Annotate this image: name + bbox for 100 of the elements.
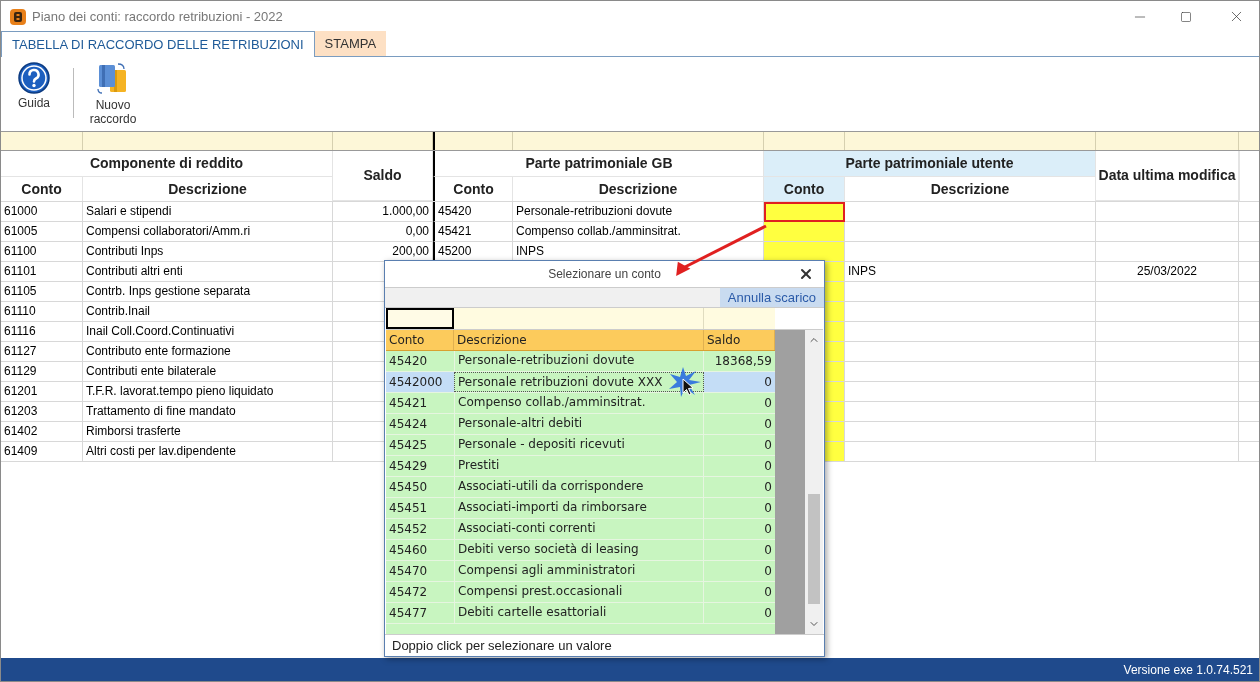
list-cell: Associati-importi da rimborsare [454, 498, 704, 518]
column-group-header: Parte patrimoniale utente [764, 151, 1096, 177]
list-row[interactable]: 45452 Associati-conti correnti 0 [386, 519, 775, 540]
column-header[interactable]: Conto [433, 177, 513, 201]
scrollbar[interactable] [805, 330, 823, 634]
list-row[interactable]: 45477 Debiti cartelle esattoriali 0 [386, 603, 775, 624]
list-cell: Associati-utili da corrispondere [454, 477, 704, 497]
table-cell: Inail Coll.Coord.Continuativi [83, 322, 333, 342]
tab[interactable]: TABELLA DI RACCORDO DELLE RETRIBUZIONI [1, 31, 315, 57]
table-cell: Compensi collaboratori/Amm.ri [83, 222, 333, 242]
list-row[interactable]: 45460 Debiti verso società di leasing 0 [386, 540, 775, 561]
table-cell: 45421 [433, 222, 513, 242]
table-cell[interactable] [764, 242, 845, 262]
table-cell: 61127 [1, 342, 83, 362]
list-cell-text: 18368,59 [713, 353, 773, 370]
column-header[interactable]: Saldo [704, 330, 775, 350]
list-row[interactable]: 45420 Personale-retribuzioni dovute 18368,59 [386, 351, 775, 372]
list-cell-text: 45477 [388, 605, 429, 622]
app-logo-icon [10, 8, 26, 25]
table-cell: 61201 [1, 382, 83, 402]
list-cell-text: 45451 [388, 500, 429, 517]
list-cell-text: 45421 [388, 395, 429, 412]
window-title: Piano dei conti: raccordo retribuzioni - 2022 [32, 7, 283, 26]
list-cell-text: 0 [763, 542, 773, 559]
table-cell: Personale-retribuzioni dovute [513, 202, 764, 222]
dialog-title: Selezionare un conto [548, 266, 661, 283]
column-header[interactable]: Descrizione [454, 330, 704, 350]
table-cell: 61105 [1, 282, 83, 302]
table-cell: 0,00 [333, 222, 433, 242]
list-cell-text: 0 [763, 374, 773, 391]
list-row[interactable]: 45472 Compensi prest.occasionali 0 [386, 582, 775, 603]
table-cell: 61409 [1, 442, 83, 462]
table-cell: 61101 [1, 262, 83, 282]
click-cursor-icon [669, 367, 701, 397]
list-cell: Associati-conti correnti [454, 519, 704, 539]
list-cell: Personale - depositi ricevuti [454, 435, 704, 455]
list-cell: Compensi prest.occasionali [454, 582, 704, 602]
toolbar-button[interactable]: Nuovo raccordo [84, 62, 142, 126]
filter-field[interactable] [704, 308, 775, 329]
list-cell-text: 45420 [388, 353, 429, 370]
list-row[interactable]: 4542000 Personale retribuzioni dovute XXX 0 [386, 372, 775, 393]
list-cell-text: 0 [763, 416, 773, 433]
list-cell: Debiti cartelle esattoriali [454, 603, 704, 623]
list-row[interactable]: 45425 Personale - depositi ricevuti 0 [386, 435, 775, 456]
list-cell-text: 45460 [388, 542, 429, 559]
list-row[interactable]: 45470 Compensi agli amministratori 0 [386, 561, 775, 582]
scroll-thumb[interactable] [808, 494, 820, 604]
list-cell-text: 0 [763, 605, 773, 622]
list-cell: Personale-altri debiti [454, 414, 704, 434]
maximize-icon[interactable] [1180, 10, 1192, 23]
table-cell: Rimborsi trasferte [83, 422, 333, 442]
table-cell[interactable] [764, 222, 845, 242]
toolbar-button[interactable]: Guida [5, 62, 63, 110]
list-cell-text: 0 [763, 437, 773, 454]
table-cell[interactable] [764, 202, 845, 222]
column-group-header: Componente di reddito [1, 151, 333, 177]
list-row[interactable]: 45424 Personale-altri debiti 0 [386, 414, 775, 435]
table-cell: Contrib.Inail [83, 302, 333, 322]
tab[interactable]: STAMPA [314, 31, 387, 56]
list-cell-text: 0 [763, 563, 773, 580]
table-cell: Trattamento di fine mandato [83, 402, 333, 422]
list-cell-text: 0 [763, 479, 773, 496]
list-cell-text: 0 [763, 521, 773, 538]
column-header[interactable]: Conto [764, 177, 845, 201]
table-cell: Compenso collab./amminsitrat. [513, 222, 764, 242]
table-cell: INPS [845, 262, 1096, 282]
list-row[interactable]: 45429 Prestiti 0 [386, 456, 775, 477]
table-cell: 61000 [1, 202, 83, 222]
table-cell: 25/03/2022 [1096, 262, 1239, 282]
list-row[interactable]: 45450 Associati-utili da corrispondere 0 [386, 477, 775, 498]
list-cell-text: 0 [763, 584, 773, 601]
dialog-hint: Doppio click per selezionare un valore [392, 636, 612, 655]
version-label: Versione exe 1.0.74.521 [1123, 661, 1253, 679]
table-cell: 61005 [1, 222, 83, 242]
list-cell-text: 4542000 [388, 374, 444, 391]
list-row[interactable]: 45421 Compenso collab./amminsitrat. 0 [386, 393, 775, 414]
list-cell-text: 0 [763, 458, 773, 475]
list-cell: Compensi agli amministratori [454, 561, 704, 581]
cancel-download-button[interactable]: Annulla scarico [719, 288, 824, 307]
table-cell: 45420 [433, 202, 513, 222]
list-cell: Personale retribuzioni dovute XXX [454, 372, 704, 392]
list-cell-text: 0 [763, 395, 773, 412]
list-cell-text: 45472 [388, 584, 429, 601]
column-group-header: Parte patrimoniale GB [433, 151, 764, 177]
table-cell: Altri costi per lav.dipendente [83, 442, 333, 462]
table-cell: Contributi ente bilaterale [83, 362, 333, 382]
table-cell: Salari e stipendi [83, 202, 333, 222]
list-cell-text: 45429 [388, 458, 429, 475]
list-cell-text: 45425 [388, 437, 429, 454]
close-icon[interactable] [798, 266, 814, 282]
filter-field[interactable] [386, 308, 454, 329]
list-cell-text: 45470 [388, 563, 429, 580]
table-cell: 1.000,00 [333, 202, 433, 222]
table-cell: Contributi Inps [83, 242, 333, 262]
column-group-header: Saldo [333, 151, 433, 201]
column-header[interactable]: Conto [386, 330, 454, 350]
column-group-header: Data ultima modifica [1096, 151, 1239, 201]
table-cell: 61129 [1, 362, 83, 382]
list-cell-text: 45452 [388, 521, 429, 538]
list-row[interactable]: 45451 Associati-importi da rimborsare 0 [386, 498, 775, 519]
